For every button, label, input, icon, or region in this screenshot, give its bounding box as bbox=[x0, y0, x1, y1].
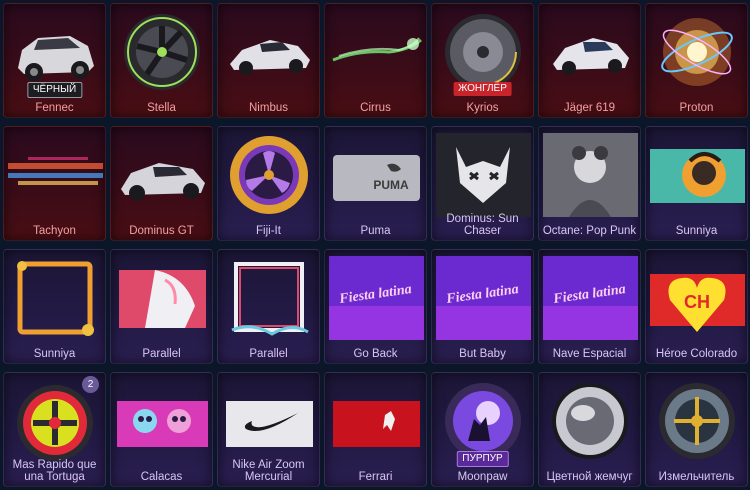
item-tile-nimbus[interactable]: Nimbus bbox=[217, 3, 320, 118]
puma-logo-text: PUMA bbox=[373, 178, 409, 192]
item-name: Proton bbox=[679, 102, 714, 114]
item-tile-fennec[interactable]: ЧЁРНЫЙ Fennec bbox=[3, 3, 106, 118]
item-name: Tachyon bbox=[33, 225, 76, 237]
item-name: Sunniya bbox=[675, 225, 718, 237]
item-name: Stella bbox=[147, 102, 176, 114]
decal-icon: PUMA bbox=[329, 133, 424, 217]
item-tile-calacas[interactable]: Calacas bbox=[110, 372, 213, 487]
item-name: Ferrari bbox=[358, 471, 393, 483]
item-tile-dominus-gt[interactable]: Dominus GT bbox=[110, 126, 213, 241]
item-name: Kyrios bbox=[466, 102, 499, 114]
item-tile-mas-rapido[interactable]: 2 Mas Rapido que una Tortuga bbox=[3, 372, 106, 487]
item-name: Nike Air Zoom Mercurial bbox=[232, 459, 305, 483]
car-icon bbox=[115, 133, 210, 217]
item-tile-sunniya-border[interactable]: Sunniya bbox=[3, 249, 106, 364]
item-name: Mas Rapido que una Tortuga bbox=[12, 459, 97, 483]
item-tile-but-baby[interactable]: Fiesta latina But Baby bbox=[431, 249, 534, 364]
car-icon bbox=[222, 10, 317, 94]
item-tile-parallel-border[interactable]: Parallel bbox=[217, 249, 320, 364]
item-tile-heroe-colorado[interactable]: CH Héroe Colorado bbox=[645, 249, 748, 364]
decal-icon bbox=[329, 379, 424, 463]
player-banner-icon bbox=[543, 133, 638, 217]
item-name: Parallel bbox=[249, 348, 288, 360]
car-icon bbox=[543, 10, 638, 94]
item-name: Измельчитель bbox=[658, 471, 735, 483]
item-name: Moonpaw bbox=[457, 471, 508, 483]
item-name: Dominus GT bbox=[129, 225, 194, 237]
wheel-icon bbox=[650, 379, 745, 463]
item-name: Sunniya bbox=[33, 348, 76, 360]
item-tile-puma[interactable]: PUMA Puma bbox=[324, 126, 427, 241]
item-tile-kyrios[interactable]: ЖОНГЛЁР Kyrios bbox=[431, 3, 534, 118]
item-tile-sunniya-banner[interactable]: Sunniya bbox=[645, 126, 748, 241]
paint-tag: ЧЁРНЫЙ bbox=[26, 82, 83, 98]
item-tile-octane-pop-punk[interactable]: Octane: Pop Punk bbox=[538, 126, 641, 241]
item-name: Jäger 619 bbox=[563, 102, 616, 114]
wheel-icon bbox=[222, 133, 317, 217]
item-tile-tsvetnoy-zhemchug[interactable]: Цветной жемчуг bbox=[538, 372, 641, 487]
item-tile-fiji-it[interactable]: Fiji-It bbox=[217, 126, 320, 241]
decal-icon bbox=[115, 379, 210, 463]
item-tile-moonpaw[interactable]: ПУРПУР Moonpaw bbox=[431, 372, 534, 487]
item-name: Go Back bbox=[353, 348, 398, 360]
avatar-border-icon bbox=[8, 256, 103, 340]
item-name: Dominus: Sun Chaser bbox=[446, 213, 519, 237]
item-name: Цветной жемчуг bbox=[546, 471, 633, 483]
item-tile-nike-air-zoom[interactable]: Nike Air Zoom Mercurial bbox=[217, 372, 320, 487]
player-anthem-icon: Fiesta latina bbox=[543, 256, 638, 340]
item-name: Fiji-It bbox=[256, 225, 281, 237]
item-name: Nave Espacial bbox=[552, 348, 627, 360]
goal-explosion-icon bbox=[650, 10, 745, 94]
item-tile-dominus-sun-chaser[interactable]: Dominus: Sun Chaser bbox=[431, 126, 534, 241]
item-name: Nimbus bbox=[249, 102, 288, 114]
player-banner-icon bbox=[115, 256, 210, 340]
item-tile-parallel-banner[interactable]: Parallel bbox=[110, 249, 213, 364]
player-banner-icon bbox=[436, 133, 531, 217]
item-name: Octane: Pop Punk bbox=[542, 225, 637, 237]
item-tile-nave-espacial[interactable]: Fiesta latina Nave Espacial bbox=[538, 249, 641, 364]
boost-trail-icon bbox=[8, 133, 103, 217]
item-tile-ferrari[interactable]: Ferrari bbox=[324, 372, 427, 487]
player-anthem-icon: Fiesta latina bbox=[436, 256, 531, 340]
avatar-border-icon bbox=[222, 256, 317, 340]
ch-logo: CH bbox=[684, 292, 710, 312]
item-tile-go-back[interactable]: Fiesta latina Go Back bbox=[324, 249, 427, 364]
item-tile-jager-619[interactable]: Jäger 619 bbox=[538, 3, 641, 118]
item-name: Cirrus bbox=[360, 102, 391, 114]
decal-icon bbox=[222, 379, 317, 463]
item-name: Calacas bbox=[140, 471, 183, 483]
player-banner-icon: CH bbox=[650, 256, 745, 340]
item-name: Héroe Colorado bbox=[655, 348, 738, 360]
paint-tag: ПУРПУР bbox=[456, 451, 509, 467]
item-name: Fennec bbox=[35, 102, 74, 114]
boost-trail-icon bbox=[329, 10, 424, 94]
item-tile-stella[interactable]: Stella bbox=[110, 3, 213, 118]
item-tile-cirrus[interactable]: Cirrus bbox=[324, 3, 427, 118]
item-tile-tachyon[interactable]: Tachyon bbox=[3, 126, 106, 241]
item-name: Parallel bbox=[142, 348, 181, 360]
item-name: But Baby bbox=[459, 348, 506, 360]
wheel-icon bbox=[115, 10, 210, 94]
item-name: Puma bbox=[360, 225, 391, 237]
item-tile-proton[interactable]: Proton bbox=[645, 3, 748, 118]
inventory-grid: ЧЁРНЫЙ Fennec Stella Nimbus Cirrus ЖОНГЛ… bbox=[0, 0, 750, 490]
player-banner-icon bbox=[650, 133, 745, 217]
player-anthem-icon: Fiesta latina bbox=[329, 256, 424, 340]
certification-tag: ЖОНГЛЁР bbox=[453, 82, 512, 96]
wheel-icon bbox=[543, 379, 638, 463]
quantity-badge: 2 bbox=[82, 376, 99, 393]
item-tile-izmelchitel[interactable]: Измельчитель bbox=[645, 372, 748, 487]
